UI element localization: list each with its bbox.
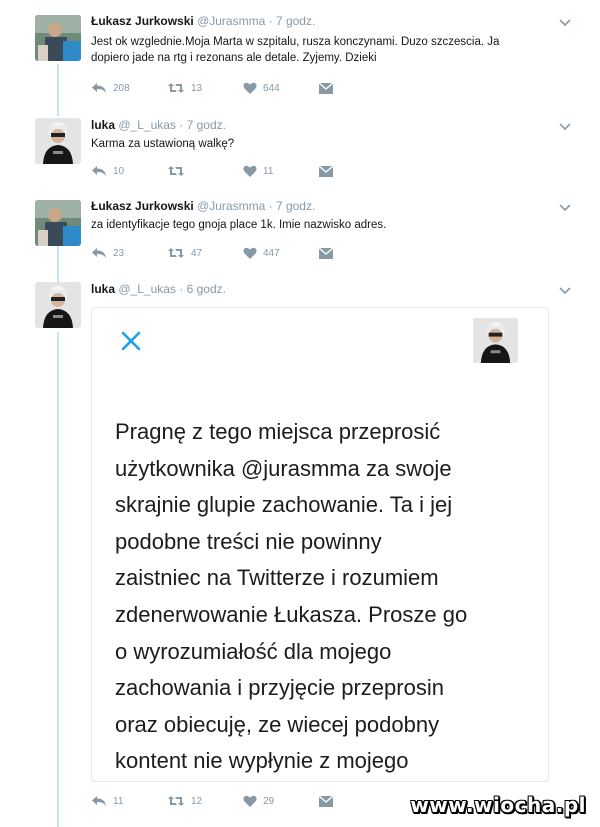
reply-count: 23 (113, 247, 125, 259)
avatar[interactable] (35, 282, 81, 328)
author-handle[interactable]: @_L_ukas (118, 118, 176, 132)
chevron-down-icon[interactable] (558, 201, 572, 215)
like-count: 644 (263, 82, 280, 94)
like-button[interactable]: 644 (243, 80, 280, 96)
tweet-header: luka @_L_ukas · 6 godz. (91, 282, 226, 296)
message-button[interactable] (319, 163, 333, 179)
reply-button[interactable]: 208 (91, 80, 130, 96)
heart-icon (243, 795, 257, 807)
tweet-text-line: za identyfikacje tego gnoja place 1k. Im… (91, 219, 387, 231)
retweet-count: 13 (191, 82, 203, 94)
tweet-header: Łukasz Jurkowski @Jurasmma · 7 godz. (91, 14, 315, 28)
author-name[interactable]: Łukasz Jurkowski (91, 199, 194, 213)
like-count: 447 (263, 247, 280, 259)
retweet-button[interactable] (167, 163, 191, 179)
media-card[interactable]: Pragnę z tego miejsca przeprosić użytkow… (91, 307, 549, 782)
avatar[interactable] (35, 15, 81, 61)
tweet[interactable]: Łukasz Jurkowski @Jurasmma · 7 godz. Jes… (0, 0, 600, 110)
chevron-down-icon[interactable] (558, 284, 572, 298)
author-name[interactable]: Łukasz Jurkowski (91, 14, 194, 28)
retweet-button[interactable]: 13 (167, 80, 202, 96)
retweet-icon (168, 83, 184, 93)
retweet-count: 12 (191, 795, 203, 807)
retweet-button[interactable]: 12 (167, 793, 202, 809)
apology-line: o wyrozumiałość dla mojego (115, 638, 392, 664)
reply-icon (92, 248, 106, 258)
retweet-icon (168, 248, 184, 258)
apology-line: oraz obiecuję, ze wiecej podobny (115, 711, 440, 737)
apology-line: zdenerwowanie Łukasza. Prosze go (115, 601, 468, 627)
heart-icon (243, 82, 257, 94)
envelope-icon (319, 247, 333, 259)
envelope-icon (319, 795, 333, 807)
message-button[interactable] (319, 80, 333, 96)
apology-line: podobne treści nie powinny (115, 528, 382, 554)
message-button[interactable] (319, 245, 333, 261)
reply-button[interactable]: 11 (91, 793, 123, 809)
avatar[interactable] (35, 200, 81, 246)
reply-button[interactable]: 23 (91, 245, 124, 261)
reply-count: 208 (113, 82, 130, 94)
retweet-icon (168, 796, 184, 806)
tweet-text-line: Jest ok wzglednie.Moja Marta w szpitalu,… (91, 36, 500, 48)
like-count: 29 (263, 795, 275, 807)
apology-line: kontent nie wypłynie z mojego (115, 748, 409, 774)
reply-icon (92, 83, 106, 93)
apology-text: Pragnę z tego miejsca przeprosić użytkow… (115, 414, 535, 780)
timestamp[interactable]: · 7 godz. (179, 118, 226, 132)
tweet-text: za identyfikacje tego gnoja place 1k. Im… (91, 217, 571, 233)
tweet-text-line: dopiero jade na rtg i rezonans ale detal… (91, 52, 377, 64)
author-handle[interactable]: @_L_ukas (118, 282, 176, 296)
chevron-down-icon[interactable] (558, 120, 572, 134)
tweet-header: Łukasz Jurkowski @Jurasmma · 7 godz. (91, 199, 315, 213)
envelope-icon (319, 165, 333, 177)
envelope-icon (319, 82, 333, 94)
tweet-text: Karma za ustawioną walkę? (91, 136, 571, 152)
reply-count: 11 (113, 795, 124, 807)
apology-line: użytkownika @jurasmma za swoje (115, 455, 452, 481)
avatar (473, 318, 518, 363)
timestamp[interactable]: · 7 godz. (269, 14, 316, 28)
tweet-text: Jest ok wzglednie.Moja Marta w szpitalu,… (91, 34, 571, 66)
chevron-down-icon[interactable] (558, 16, 572, 30)
close-icon[interactable] (120, 330, 142, 352)
tweet[interactable]: luka @_L_ukas · 7 godz. Karma za ustawio… (0, 110, 600, 195)
retweet-icon (168, 166, 184, 176)
apology-line: zachowania i przyjęcie przeprosin (115, 675, 444, 701)
heart-icon (243, 165, 257, 177)
author-name[interactable]: luka (91, 118, 115, 132)
author-handle[interactable]: @Jurasmma (197, 14, 265, 28)
apology-line: Pragnę z tego miejsca przeprosić (115, 419, 441, 444)
tweet-header: luka @_L_ukas · 7 godz. (91, 118, 226, 132)
reply-icon (92, 166, 106, 176)
retweet-count: 47 (191, 247, 203, 259)
reply-button[interactable]: 10 (91, 163, 124, 179)
apology-line: zaistniec na Twitterze i rozumiem (115, 565, 439, 591)
reply-icon (92, 796, 106, 806)
like-button[interactable]: 11 (243, 163, 273, 179)
like-button[interactable]: 447 (243, 245, 280, 261)
retweet-button[interactable]: 47 (167, 245, 202, 261)
like-button[interactable]: 29 (243, 793, 274, 809)
timestamp[interactable]: · 7 godz. (269, 199, 316, 213)
heart-icon (243, 247, 257, 259)
watermark: www.wiocha.pl (410, 793, 586, 817)
message-button[interactable] (319, 793, 333, 809)
tweet-text-line: Karma za ustawioną walkę? (91, 138, 235, 150)
author-handle[interactable]: @Jurasmma (197, 199, 265, 213)
apology-line: skrajnie glupie zachowanie. Ta i jej (115, 492, 453, 518)
timestamp[interactable]: · 6 godz. (179, 282, 226, 296)
tweet[interactable]: Łukasz Jurkowski @Jurasmma · 7 godz. za … (0, 195, 600, 280)
avatar[interactable] (35, 118, 81, 164)
author-name[interactable]: luka (91, 282, 115, 296)
like-count: 11 (263, 165, 274, 177)
reply-count: 10 (113, 165, 125, 177)
